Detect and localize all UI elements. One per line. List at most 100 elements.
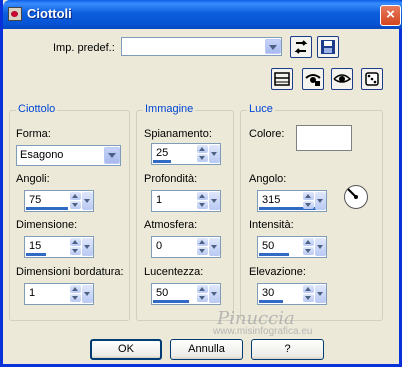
atmosfera-dropdown-button[interactable] bbox=[209, 238, 220, 256]
spianamento-label: Spianamento: bbox=[144, 128, 212, 140]
random-dice-icon bbox=[365, 72, 379, 86]
atmosfera-value: 0 bbox=[156, 240, 163, 252]
chevron-up-icon[interactable] bbox=[303, 192, 314, 200]
group-title-luce: Luce bbox=[247, 103, 275, 115]
chevron-up-icon[interactable] bbox=[303, 285, 314, 293]
bordatura-dropdown-button[interactable] bbox=[82, 285, 93, 303]
profondita-value: 1 bbox=[156, 194, 163, 206]
spianamento-spinner[interactable]: 25 bbox=[151, 143, 221, 165]
elevazione-dropdown-button[interactable] bbox=[315, 285, 326, 303]
dimensione-label: Dimensione: bbox=[16, 219, 78, 231]
chevron-up-icon[interactable] bbox=[70, 192, 81, 200]
intensita-dropdown-button[interactable] bbox=[315, 238, 326, 256]
lucentezza-label: Lucentezza: bbox=[144, 266, 204, 278]
bordatura-updown[interactable] bbox=[70, 285, 81, 303]
lucentezza-spinner[interactable]: 50 bbox=[151, 283, 221, 305]
dimensione-value: 15 bbox=[29, 240, 42, 252]
light-color-swatch[interactable] bbox=[296, 125, 352, 151]
lucentezza-slider-bar[interactable] bbox=[153, 300, 189, 303]
proof-button[interactable] bbox=[302, 68, 324, 90]
chevron-up-icon[interactable] bbox=[197, 285, 208, 293]
chevron-down-icon[interactable] bbox=[197, 201, 208, 209]
forma-select[interactable]: Esagono bbox=[16, 145, 121, 166]
toggle-preview-icon bbox=[274, 72, 290, 86]
forma-label: Forma: bbox=[16, 128, 51, 140]
chevron-down-icon[interactable] bbox=[303, 201, 314, 209]
elevazione-slider-bar[interactable] bbox=[259, 300, 283, 303]
lucentezza-value: 50 bbox=[156, 287, 169, 299]
angoli-dropdown-button[interactable] bbox=[82, 192, 93, 210]
chevron-down-icon[interactable] bbox=[70, 247, 81, 255]
elevazione-label: Elevazione: bbox=[249, 266, 306, 278]
atmosfera-spinner[interactable]: 0 bbox=[151, 236, 221, 258]
intensita-spinner[interactable]: 50 bbox=[257, 236, 327, 258]
angoli-spinner[interactable]: 75 bbox=[24, 190, 94, 212]
reset-preset-button[interactable] bbox=[290, 36, 312, 58]
spianamento-updown[interactable] bbox=[197, 145, 208, 163]
save-icon bbox=[321, 40, 335, 54]
chevron-down-icon[interactable] bbox=[303, 247, 314, 255]
dimensione-updown[interactable] bbox=[70, 238, 81, 256]
app-icon bbox=[8, 7, 22, 21]
bordatura-value: 1 bbox=[29, 287, 36, 299]
spianamento-slider-bar[interactable] bbox=[153, 160, 171, 163]
profondita-spinner[interactable]: 1 bbox=[151, 190, 221, 212]
chevron-up-icon[interactable] bbox=[70, 238, 81, 246]
intensita-value: 50 bbox=[262, 240, 275, 252]
chevron-up-icon[interactable] bbox=[197, 145, 208, 153]
angoli-slider-bar[interactable] bbox=[26, 207, 68, 210]
elevazione-spinner[interactable]: 30 bbox=[257, 283, 327, 305]
preview-on-image-button[interactable] bbox=[331, 68, 353, 90]
dial-icon bbox=[344, 185, 368, 209]
lucentezza-updown[interactable] bbox=[197, 285, 208, 303]
preset-select[interactable] bbox=[121, 37, 282, 56]
toggle-preview-button[interactable] bbox=[271, 68, 293, 90]
ok-button[interactable]: OK bbox=[90, 339, 162, 360]
close-button[interactable]: × bbox=[380, 5, 401, 26]
chevron-down-icon[interactable] bbox=[197, 247, 208, 255]
group-title-immagine: Immagine bbox=[143, 103, 196, 115]
atmosfera-updown[interactable] bbox=[197, 238, 208, 256]
chevron-down-icon[interactable] bbox=[197, 154, 208, 162]
lucentezza-dropdown-button[interactable] bbox=[209, 285, 220, 303]
bordatura-label: Dimensioni bordatura: bbox=[16, 266, 124, 278]
spianamento-dropdown-button[interactable] bbox=[209, 145, 220, 163]
chevron-up-icon[interactable] bbox=[197, 192, 208, 200]
angolo-dropdown-button[interactable] bbox=[315, 192, 326, 210]
colore-label: Colore: bbox=[249, 128, 285, 140]
angoli-updown[interactable] bbox=[70, 192, 81, 210]
dialog-window: Ciottoli × Imp. predef.: Ciottolo Forma:… bbox=[0, 0, 402, 367]
intensita-updown[interactable] bbox=[303, 238, 314, 256]
angolo-label: Angolo: bbox=[249, 173, 287, 185]
title-bar[interactable]: Ciottoli × bbox=[3, 0, 402, 29]
dimensione-dropdown-button[interactable] bbox=[82, 238, 93, 256]
elevazione-updown[interactable] bbox=[303, 285, 314, 303]
chevron-down-icon[interactable] bbox=[70, 201, 81, 209]
chevron-up-icon[interactable] bbox=[197, 238, 208, 246]
elevazione-value: 30 bbox=[262, 287, 275, 299]
angolo-updown[interactable] bbox=[303, 192, 314, 210]
chevron-down-icon[interactable] bbox=[197, 294, 208, 302]
chevron-down-icon[interactable] bbox=[70, 294, 81, 302]
chevron-up-icon[interactable] bbox=[303, 238, 314, 246]
forma-value: Esagono bbox=[20, 149, 64, 161]
angoli-value: 75 bbox=[29, 194, 42, 206]
help-button[interactable]: ? bbox=[251, 339, 324, 360]
dimensione-spinner[interactable]: 15 bbox=[24, 236, 94, 258]
dimensione-slider-bar[interactable] bbox=[26, 253, 46, 256]
save-preset-button[interactable] bbox=[317, 36, 339, 58]
intensita-slider-bar[interactable] bbox=[259, 253, 289, 256]
angolo-spinner[interactable]: 315 bbox=[257, 190, 327, 212]
cancel-button[interactable]: Annulla bbox=[170, 339, 243, 360]
chevron-down-icon[interactable] bbox=[104, 147, 120, 164]
profondita-dropdown-button[interactable] bbox=[209, 192, 220, 210]
profondita-updown[interactable] bbox=[197, 192, 208, 210]
randomize-button[interactable] bbox=[361, 68, 383, 90]
light-direction-dial[interactable] bbox=[343, 184, 369, 213]
bordatura-spinner[interactable]: 1 bbox=[24, 283, 94, 305]
intensita-label: Intensità: bbox=[249, 219, 294, 231]
chevron-down-icon[interactable] bbox=[265, 39, 281, 54]
chevron-up-icon[interactable] bbox=[70, 285, 81, 293]
chevron-down-icon[interactable] bbox=[303, 294, 314, 302]
profondita-label: Profondità: bbox=[144, 173, 198, 185]
